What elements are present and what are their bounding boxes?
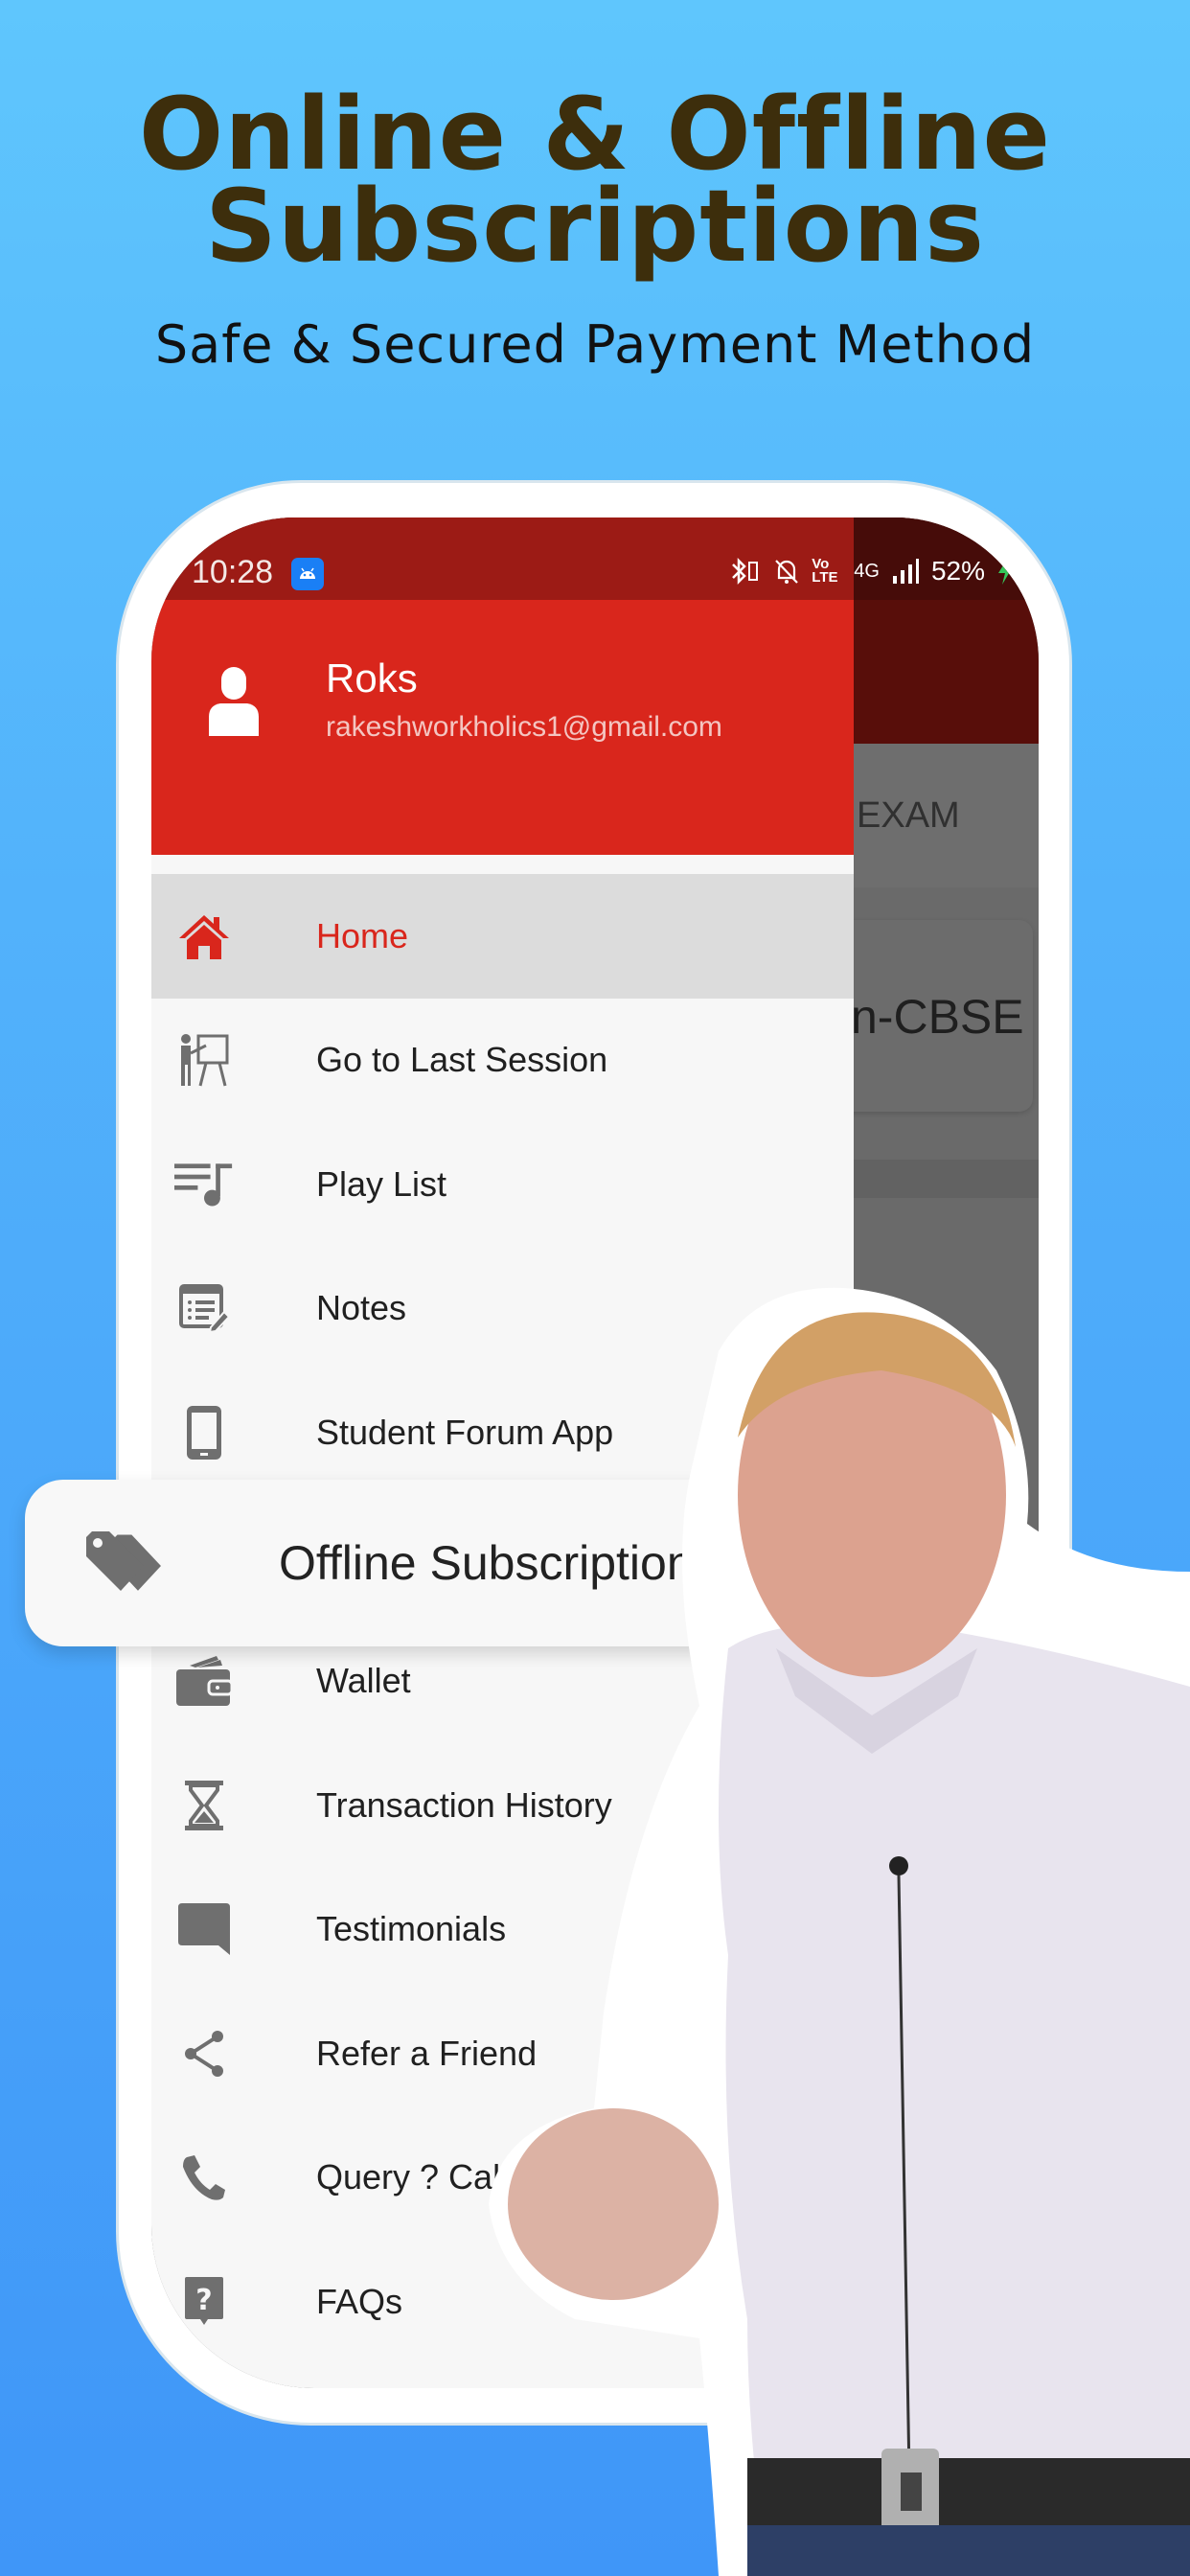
user-avatar-icon — [209, 667, 259, 736]
menu-label: FAQs — [316, 2281, 403, 2321]
share-icon — [174, 2024, 234, 2083]
svg-text:?: ? — [195, 2284, 212, 2317]
home-icon — [174, 907, 234, 966]
promo-subheadline: Safe & Secured Payment Method — [154, 314, 1036, 375]
notes-icon — [174, 1278, 234, 1338]
menu-label: Go to Last Session — [316, 1040, 608, 1080]
drawer-header: Roks rakeshworkholics1@gmail.com — [151, 600, 854, 855]
hourglass-icon — [174, 1776, 234, 1835]
menu-label: Testimonials — [316, 1909, 507, 1949]
charging-icon — [998, 558, 1012, 585]
presenter-photo — [489, 1287, 1190, 2576]
menu-label: Play List — [316, 1163, 447, 1204]
help-icon: ? — [174, 2272, 234, 2332]
volte-icon: Vo LTE — [812, 556, 838, 586]
smartphone-icon — [174, 1403, 234, 1462]
headline-line-2: Subscriptions — [204, 168, 986, 285]
user-email: rakeshworkholics1@gmail.com — [326, 711, 722, 743]
menu-item-playlist[interactable]: Play List — [151, 1122, 854, 1247]
menu-label: Home — [316, 915, 409, 955]
battery-percent: 52% — [930, 556, 985, 586]
user-name: Roks — [326, 656, 418, 701]
background-tab-exam: EXAM — [857, 795, 960, 836]
presentation-icon — [174, 1030, 234, 1090]
status-bar: 10:28 Vo LTE 4G 52% — [151, 518, 1039, 600]
menu-label: Notes — [316, 1288, 407, 1328]
signal-icon — [892, 559, 919, 584]
phone-icon — [174, 2148, 234, 2207]
chat-bubble-icon — [174, 1899, 234, 1959]
android-app-icon — [291, 558, 324, 590]
background-card-text: n-CBSE — [851, 990, 1024, 1044]
promo-headline: Online & Offline Subscriptions — [0, 76, 1190, 285]
status-time: 10:28 — [192, 554, 274, 590]
menu-item-home[interactable]: Home — [151, 874, 854, 999]
network-type: 4G — [854, 560, 880, 582]
playlist-icon — [174, 1155, 234, 1214]
status-icons: Vo LTE 4G 52% — [729, 556, 1014, 586]
headline-line-1: Online & Offline — [138, 76, 1052, 193]
tag-icon — [86, 1531, 163, 1596]
bluetooth-icon — [732, 557, 759, 586]
notifications-off-icon — [775, 560, 799, 584]
wallet-icon — [174, 1651, 234, 1711]
menu-label: Wallet — [316, 1661, 411, 1701]
menu-item-last-session[interactable]: Go to Last Session — [151, 999, 854, 1123]
